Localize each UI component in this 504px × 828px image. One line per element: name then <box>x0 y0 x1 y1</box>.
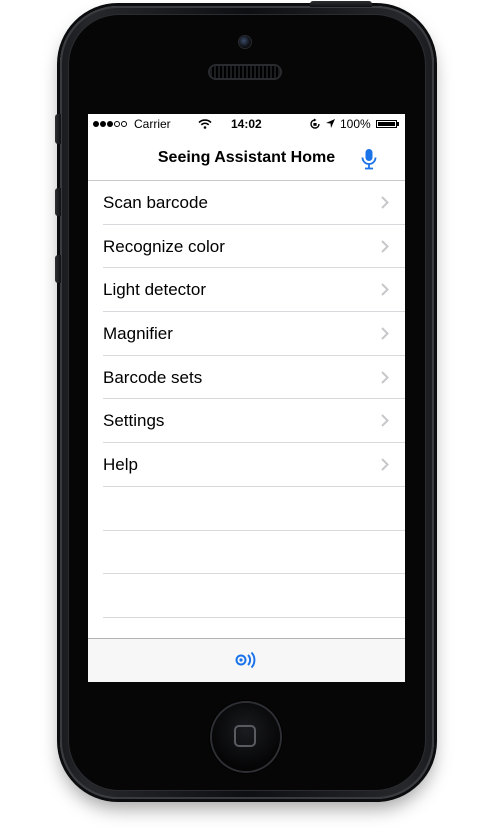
bottom-toolbar <box>88 638 405 682</box>
carrier-label: Carrier <box>134 117 171 131</box>
chevron-right-icon <box>381 239 389 253</box>
menu-item-magnifier[interactable]: Magnifier <box>88 312 405 356</box>
battery-icon <box>376 120 397 128</box>
menu-item-barcode-sets[interactable]: Barcode sets <box>88 356 405 400</box>
page-title: Seeing Assistant Home <box>157 149 336 166</box>
front-camera <box>239 36 251 48</box>
chevron-right-icon <box>381 327 389 340</box>
menu-item-label: Light detector <box>103 280 207 300</box>
microphone-icon[interactable] <box>359 148 379 170</box>
navigation-bar: Seeing Assistant Home <box>88 134 405 181</box>
status-time: 14:02 <box>231 117 262 131</box>
rotation-lock-icon <box>310 118 320 129</box>
chevron-right-icon <box>381 371 389 384</box>
menu-item-label: Settings <box>103 411 165 431</box>
chevron-right-icon <box>381 283 389 297</box>
menu-item-label: Scan barcode <box>103 193 208 212</box>
mute-switch <box>55 114 61 144</box>
battery-percent: 100% <box>340 117 371 131</box>
menu-item-label: Barcode sets <box>103 367 203 387</box>
volume-down-button <box>55 255 61 283</box>
home-button[interactable] <box>212 703 280 771</box>
menu-item-label: Help <box>103 455 138 475</box>
empty-row <box>88 487 405 531</box>
chevron-right-icon <box>381 196 389 209</box>
menu-item-light-detector[interactable]: Light detector <box>88 268 405 312</box>
phone-screen: Carrier 14:02 100% Seeing Assistant Home <box>88 114 405 682</box>
battery-tip <box>397 122 399 126</box>
menu-item-help[interactable]: Help <box>88 443 405 487</box>
status-bar: Carrier 14:02 100% <box>88 114 405 134</box>
menu-item-settings[interactable]: Settings <box>88 399 405 443</box>
battery-fill <box>378 122 395 126</box>
voice-over-icon[interactable] <box>235 650 257 670</box>
menu-item-scan-barcode[interactable]: Scan barcode <box>88 181 405 225</box>
chevron-right-icon <box>381 458 389 471</box>
home-square-icon <box>234 725 256 747</box>
menu-list: Scan barcode Recognize color Light detec… <box>88 181 405 618</box>
chevron-right-icon <box>381 414 389 428</box>
volume-up-button <box>55 188 61 216</box>
menu-item-recognize-color[interactable]: Recognize color <box>88 225 405 269</box>
menu-item-label: Magnifier <box>103 324 173 344</box>
wifi-icon <box>198 119 212 129</box>
location-arrow-icon <box>326 119 335 128</box>
signal-strength-icon <box>93 121 127 127</box>
earpiece-speaker <box>210 66 280 78</box>
empty-row <box>88 574 405 618</box>
empty-row <box>88 531 405 575</box>
menu-item-label: Recognize color <box>103 236 225 256</box>
power-button <box>310 1 372 7</box>
